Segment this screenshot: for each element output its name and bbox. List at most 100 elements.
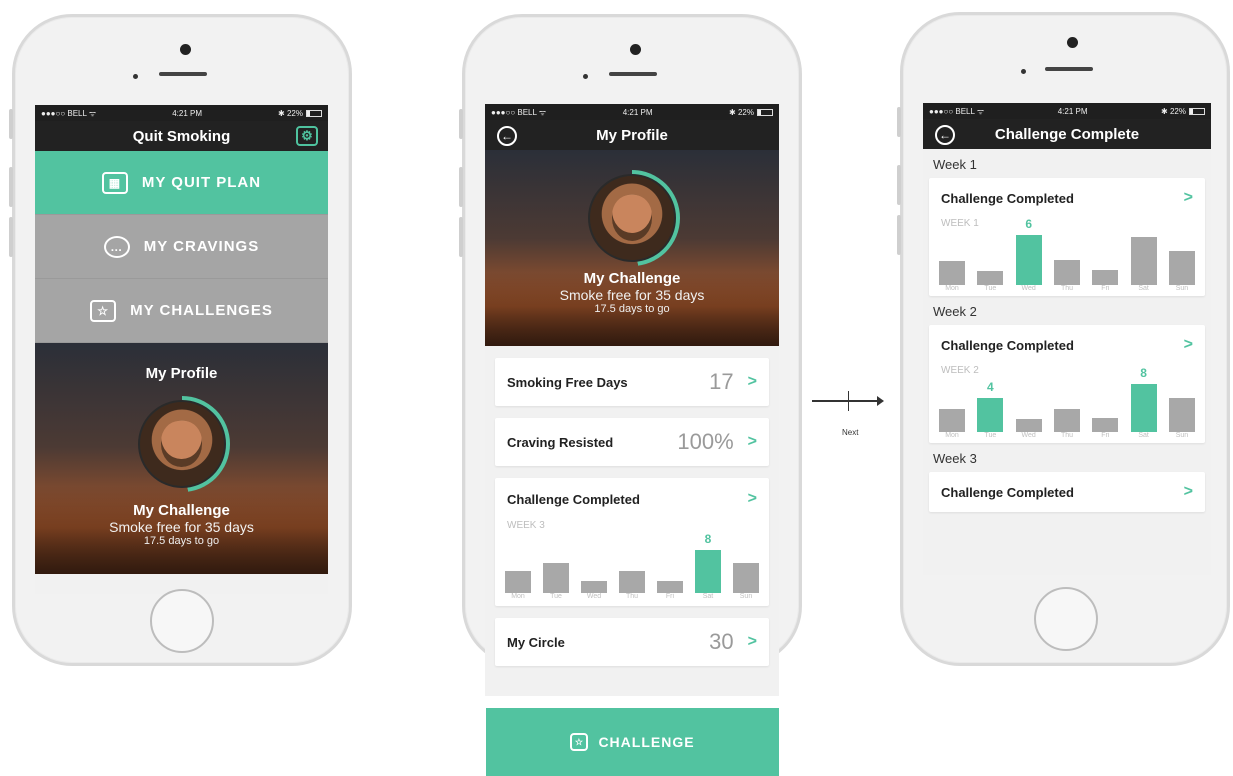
nav-bar: ← Challenge Complete	[923, 119, 1211, 149]
challenge-completed-card[interactable]: Challenge Completed > WEEK 1 6 Mon Tue Wed…	[929, 178, 1205, 296]
bar-sat: 8	[1130, 366, 1157, 432]
settings-gear-icon[interactable]: ⚙	[296, 126, 318, 146]
challenge-completed-card[interactable]: Challenge Completed > WEEK 2 48 Mon Tue We…	[929, 325, 1205, 443]
challenge-hero: My Challenge Smoke free for 35 days 17.5…	[485, 150, 779, 346]
weekday-label: Mon	[945, 285, 959, 292]
weekday-label: Sat	[1138, 285, 1149, 292]
week-label: WEEK 2	[941, 365, 979, 376]
bar-fri	[657, 581, 683, 593]
battery-icon	[305, 109, 322, 117]
home-button[interactable]	[1034, 587, 1098, 651]
stat-row-smoking-free-days[interactable]: Smoking Free Days 17 >	[495, 358, 769, 406]
stat-row-my-circle[interactable]: My Circle 30 >	[495, 618, 769, 666]
bar-sun	[733, 563, 759, 593]
stat-value: 30	[709, 629, 734, 654]
back-arrow-icon[interactable]: ←	[935, 125, 955, 145]
weekday-label: Thu	[1060, 432, 1074, 439]
challenge-subtitle: Smoke free for 35 days	[559, 287, 705, 303]
carrier-label: ●●●○○ BELL ᯤ	[41, 108, 97, 118]
bar-thu	[1053, 409, 1080, 432]
menu-item-my-cravings[interactable]: … MY CRAVINGS	[35, 215, 328, 279]
shield-star-icon: ☆	[90, 299, 117, 322]
weekday-label: Fri	[665, 593, 675, 600]
speaker-grille	[159, 72, 207, 76]
phone-frame-3: ●●●○○ BELL ᯤ 4:21 PM ✱ 22% ← Challenge C…	[897, 12, 1230, 666]
avatar-progress-ring	[133, 396, 230, 492]
weekday-label: Fri	[1101, 285, 1110, 292]
bar-mon	[505, 571, 531, 593]
chevron-right-icon: >	[1183, 336, 1193, 353]
section-week-1: Week 1	[933, 157, 977, 172]
chevron-right-icon: >	[747, 490, 757, 507]
speaker-grille	[1045, 67, 1093, 71]
status-bar: ●●●○○ BELL ᯤ 4:21 PM ✱ 22%	[923, 103, 1211, 119]
menu-item-my-quit-plan[interactable]: ▦ MY QUIT PLAN	[35, 151, 328, 215]
bar-value-label: 8	[1140, 366, 1147, 380]
calendar-icon: ▦	[101, 171, 128, 194]
carrier-label: ●●●○○ BELL ᯤ	[929, 106, 985, 116]
weekday-label: Sun	[739, 593, 753, 600]
challenge-completed-card[interactable]: Challenge Completed >	[929, 472, 1205, 512]
menu-item-label: MY CHALLENGES	[130, 302, 273, 319]
stat-label: Craving Resisted	[507, 434, 614, 450]
thought-bubble-icon: …	[103, 235, 130, 258]
phone-frame-1: ●●●○○ BELL ᯤ 4:21 PM ✱ 22% Quit Smoking …	[9, 14, 352, 666]
section-week-2: Week 2	[933, 304, 977, 319]
weekday-label: Tue	[550, 593, 562, 600]
bar-wed: 6	[1015, 217, 1042, 285]
chevron-right-icon: >	[1183, 189, 1193, 206]
card-title: Challenge Completed	[941, 337, 1074, 353]
home-button[interactable]	[150, 589, 214, 653]
challenge-button[interactable]: ☆ CHALLENGE	[486, 708, 779, 776]
bar-sat	[1130, 237, 1157, 285]
challenge-remaining: 17.5 days to go	[594, 303, 670, 315]
avatar	[588, 174, 676, 262]
page-title: Quit Smoking	[132, 127, 231, 145]
stat-value: 100%	[677, 429, 734, 454]
bar-value-label: 4	[986, 380, 994, 394]
week-label: WEEK 1	[941, 218, 979, 229]
avatar	[137, 400, 226, 488]
next-label: Next	[842, 428, 859, 437]
week-label: WEEK 3	[507, 520, 545, 531]
screen-my-profile: ●●●○○ BELL ᯤ 4:21 PM ✱ 22% ← My Profile …	[485, 104, 779, 696]
chevron-right-icon: >	[1183, 483, 1193, 500]
time-label: 4:21 PM	[1057, 106, 1088, 116]
battery-label: ✱ 22%	[729, 108, 773, 117]
challenge-button-label: CHALLENGE	[598, 734, 695, 750]
page-title: Challenge Complete	[994, 125, 1140, 143]
bar-thu	[619, 571, 645, 593]
camera-icon	[630, 44, 641, 55]
nav-bar: Quit Smoking ⚙	[35, 121, 328, 151]
bar-tue: 4	[977, 380, 1004, 432]
card-title: Challenge Completed	[507, 491, 640, 507]
challenge-title: My Challenge	[583, 270, 681, 287]
menu-item-label: MY CRAVINGS	[143, 238, 260, 255]
profile-hero[interactable]: My Profile My Challenge Smoke free for 3…	[35, 343, 328, 574]
challenge-remaining: 17.5 days to go	[143, 535, 220, 547]
weekday-label: Wed	[1021, 432, 1036, 439]
stat-row-craving-resisted[interactable]: Craving Resisted 100% >	[495, 418, 769, 466]
next-arrow	[812, 396, 884, 406]
camera-icon	[180, 44, 191, 55]
chevron-right-icon: >	[747, 633, 757, 650]
menu-item-my-challenges[interactable]: ☆ MY CHALLENGES	[35, 279, 328, 343]
weekday-label: Tue	[984, 285, 997, 292]
bar-tue	[543, 563, 569, 593]
challenge-subtitle: Smoke free for 35 days	[109, 519, 254, 535]
challenge-completed-card[interactable]: Challenge Completed > WEEK 3 8 Mon Tue Wed…	[495, 478, 769, 606]
page-title: My Profile	[596, 126, 668, 144]
weekday-axis: Mon Tue Wed Thu Fri Sat Sun	[495, 593, 769, 600]
weekday-label: Thu	[1060, 285, 1074, 292]
bar-thu	[1053, 260, 1080, 285]
stat-label: My Circle	[507, 634, 565, 650]
weekday-label: Wed	[586, 593, 602, 600]
bar-sat: 8	[695, 532, 721, 593]
back-arrow-icon[interactable]: ←	[497, 126, 517, 146]
bar-wed	[1015, 419, 1042, 432]
weekday-label: Wed	[1021, 285, 1036, 292]
chevron-right-icon: >	[747, 373, 757, 390]
weekday-label: Mon	[945, 432, 959, 439]
card-title: Challenge Completed	[941, 484, 1074, 500]
camera-icon	[1067, 37, 1078, 48]
